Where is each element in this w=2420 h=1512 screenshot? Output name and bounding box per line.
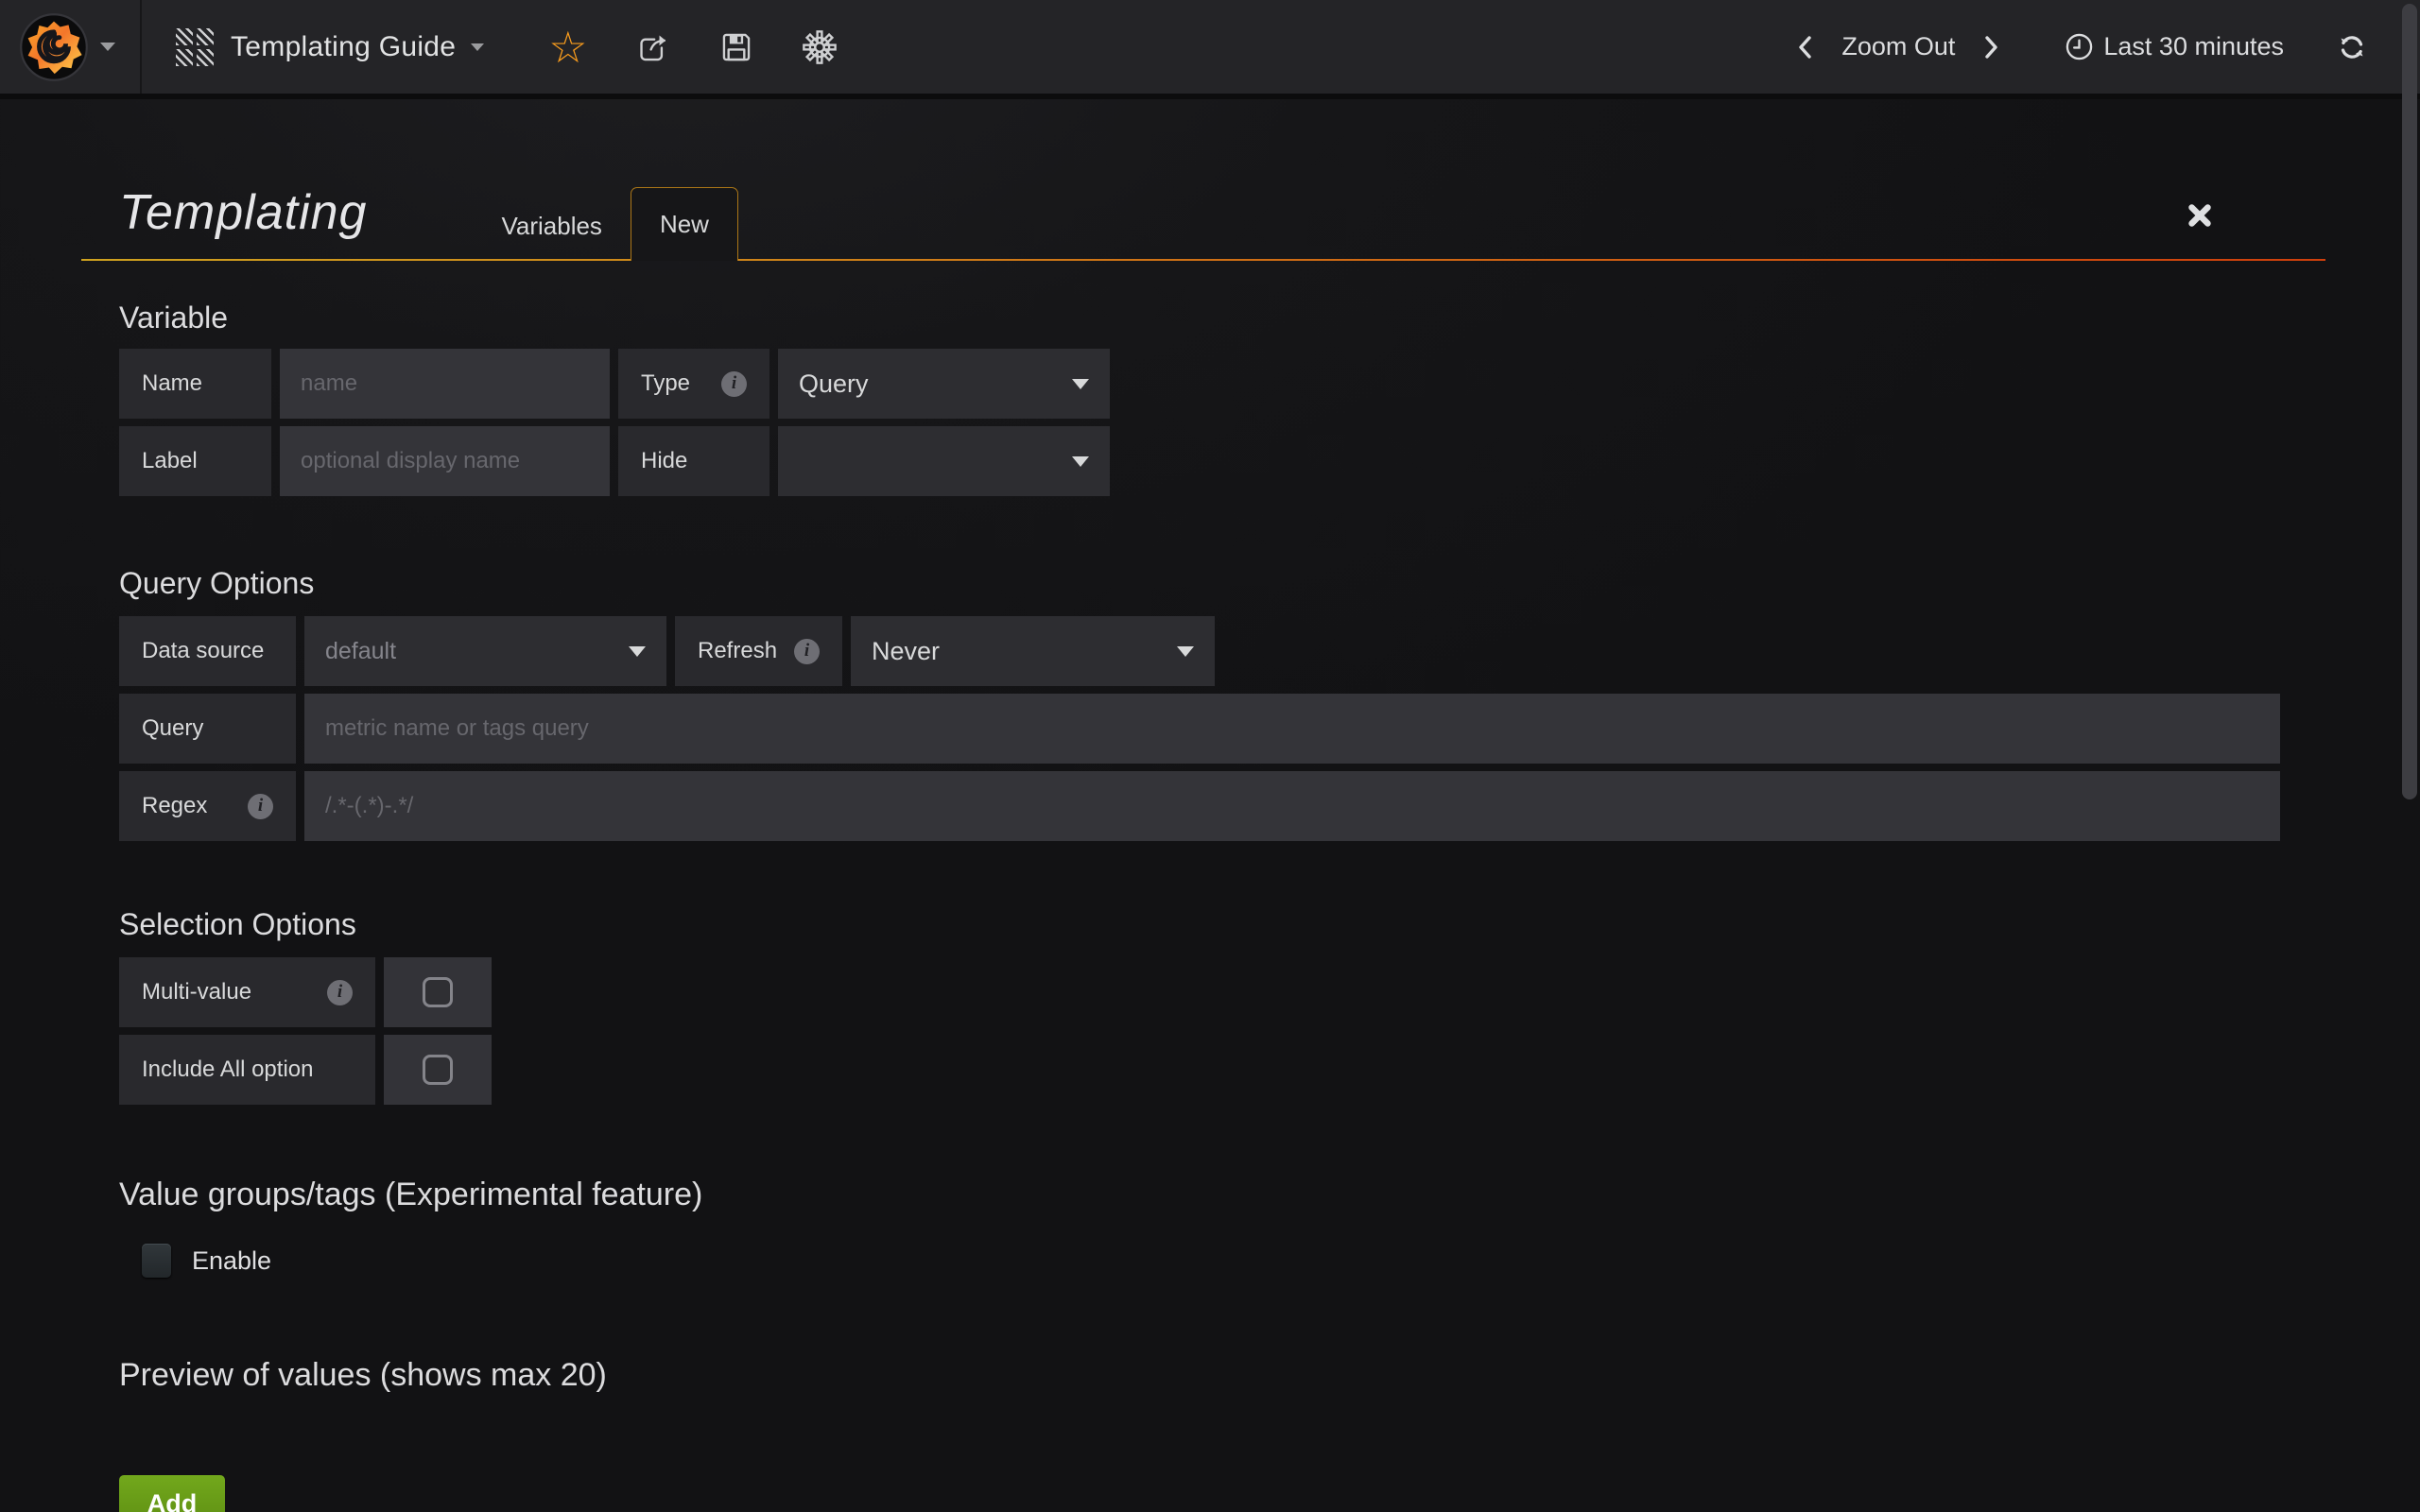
hide-select[interactable] xyxy=(778,426,1110,496)
clock-icon xyxy=(2065,32,2094,61)
refresh-icon xyxy=(2337,32,2367,62)
time-shift-back-button[interactable] xyxy=(1794,33,1817,61)
type-select-value: Query xyxy=(799,369,869,399)
templating-tabs: Variables New xyxy=(473,184,737,261)
selection-options-section: Selection Options Multi-value Include Al… xyxy=(119,907,2280,1105)
time-controls: Zoom Out Last 30 minutes xyxy=(1794,32,2420,62)
query-input[interactable] xyxy=(304,694,2280,764)
grafana-logo-icon xyxy=(19,12,89,82)
dashboard-picker[interactable]: Templating Guide xyxy=(142,0,518,94)
chevron-left-icon xyxy=(1794,33,1817,61)
refresh-label: Refresh xyxy=(675,616,842,686)
name-label: Name xyxy=(119,349,271,419)
checkbox-icon xyxy=(423,977,453,1007)
templating-editor: Templating Variables New Variable Name T… xyxy=(0,184,2420,1512)
enable-label: Enable xyxy=(192,1246,271,1276)
templating-header: Templating Variables New xyxy=(81,184,2325,261)
variable-heading: Variable xyxy=(119,301,2280,335)
tab-variables[interactable]: Variables xyxy=(473,191,630,261)
refresh-select[interactable]: Never xyxy=(851,616,1215,686)
star-dashboard-button[interactable]: ☆ xyxy=(548,26,587,69)
header-underline xyxy=(81,259,2325,261)
chevron-right-icon xyxy=(1979,33,2002,61)
type-select[interactable]: Query xyxy=(778,349,1110,419)
chevron-down-icon xyxy=(1177,646,1194,657)
refresh-dashboard-button[interactable] xyxy=(2337,32,2367,62)
close-templating-button[interactable] xyxy=(2186,201,2214,232)
close-icon xyxy=(2186,201,2214,230)
label-label: Label xyxy=(119,426,271,496)
preview-heading: Preview of values (shows max 20) xyxy=(119,1357,2280,1394)
chevron-down-icon xyxy=(629,646,646,657)
dashboard-toolbar: ☆ xyxy=(548,26,837,69)
top-navbar: Templating Guide ☆ xyxy=(0,0,2420,99)
query-options-section: Query Options Data source default Refres… xyxy=(119,566,2280,841)
share-dashboard-button[interactable] xyxy=(635,29,671,65)
chevron-down-icon xyxy=(1072,456,1089,467)
label-input[interactable] xyxy=(280,426,610,496)
multi-value-checkbox[interactable] xyxy=(384,957,492,1027)
value-groups-heading: Value groups/tags (Experimental feature) xyxy=(119,1177,2280,1213)
selection-options-heading: Selection Options xyxy=(119,907,2280,942)
chevron-down-icon xyxy=(1072,379,1089,389)
regex-input[interactable] xyxy=(304,771,2280,841)
enable-checkbox[interactable] xyxy=(142,1244,171,1278)
hide-label: Hide xyxy=(618,426,769,496)
info-icon[interactable] xyxy=(721,371,747,397)
grafana-menu-caret-icon xyxy=(100,43,115,51)
preview-section: Preview of values (shows max 20) xyxy=(119,1357,2280,1394)
query-options-heading: Query Options xyxy=(119,566,2280,601)
info-icon[interactable] xyxy=(794,639,820,664)
grafana-menu-button[interactable] xyxy=(0,0,142,94)
info-icon[interactable] xyxy=(327,980,353,1005)
enable-row: Enable xyxy=(142,1244,2280,1278)
star-icon: ☆ xyxy=(548,26,587,69)
datasource-label: Data source xyxy=(119,616,296,686)
checkbox-icon xyxy=(423,1055,453,1085)
save-dashboard-button[interactable] xyxy=(718,29,754,65)
scrollbar-thumb[interactable] xyxy=(2402,4,2417,799)
dashboard-title: Templating Guide xyxy=(231,31,456,63)
dashboard-settings-button[interactable] xyxy=(802,29,838,65)
page-title: Templating xyxy=(119,184,367,241)
gear-icon xyxy=(802,29,838,65)
dashboard-icon xyxy=(176,28,214,66)
name-input[interactable] xyxy=(280,349,610,419)
info-icon[interactable] xyxy=(248,794,273,819)
include-all-checkbox[interactable] xyxy=(384,1035,492,1105)
value-groups-section: Value groups/tags (Experimental feature)… xyxy=(119,1177,2280,1278)
time-shift-forward-button[interactable] xyxy=(1979,33,2002,61)
save-icon xyxy=(718,29,754,65)
multi-value-label: Multi-value xyxy=(119,957,375,1027)
time-range-label: Last 30 minutes xyxy=(2103,32,2284,61)
query-label: Query xyxy=(119,694,296,764)
refresh-select-value: Never xyxy=(872,637,940,666)
dashboard-caret-icon xyxy=(471,43,484,51)
type-label: Type xyxy=(618,349,769,419)
datasource-select[interactable]: default xyxy=(304,616,666,686)
variable-section: Variable Name Type Query Label Hide xyxy=(119,301,2280,496)
regex-label: Regex xyxy=(119,771,296,841)
tab-new[interactable]: New xyxy=(631,187,738,261)
datasource-select-value: default xyxy=(325,638,396,665)
share-icon xyxy=(635,29,671,65)
add-variable-button[interactable]: Add xyxy=(119,1475,225,1512)
zoom-out-button[interactable]: Zoom Out xyxy=(1841,32,1955,61)
include-all-label: Include All option xyxy=(119,1035,375,1105)
time-range-picker[interactable]: Last 30 minutes xyxy=(2065,32,2284,61)
